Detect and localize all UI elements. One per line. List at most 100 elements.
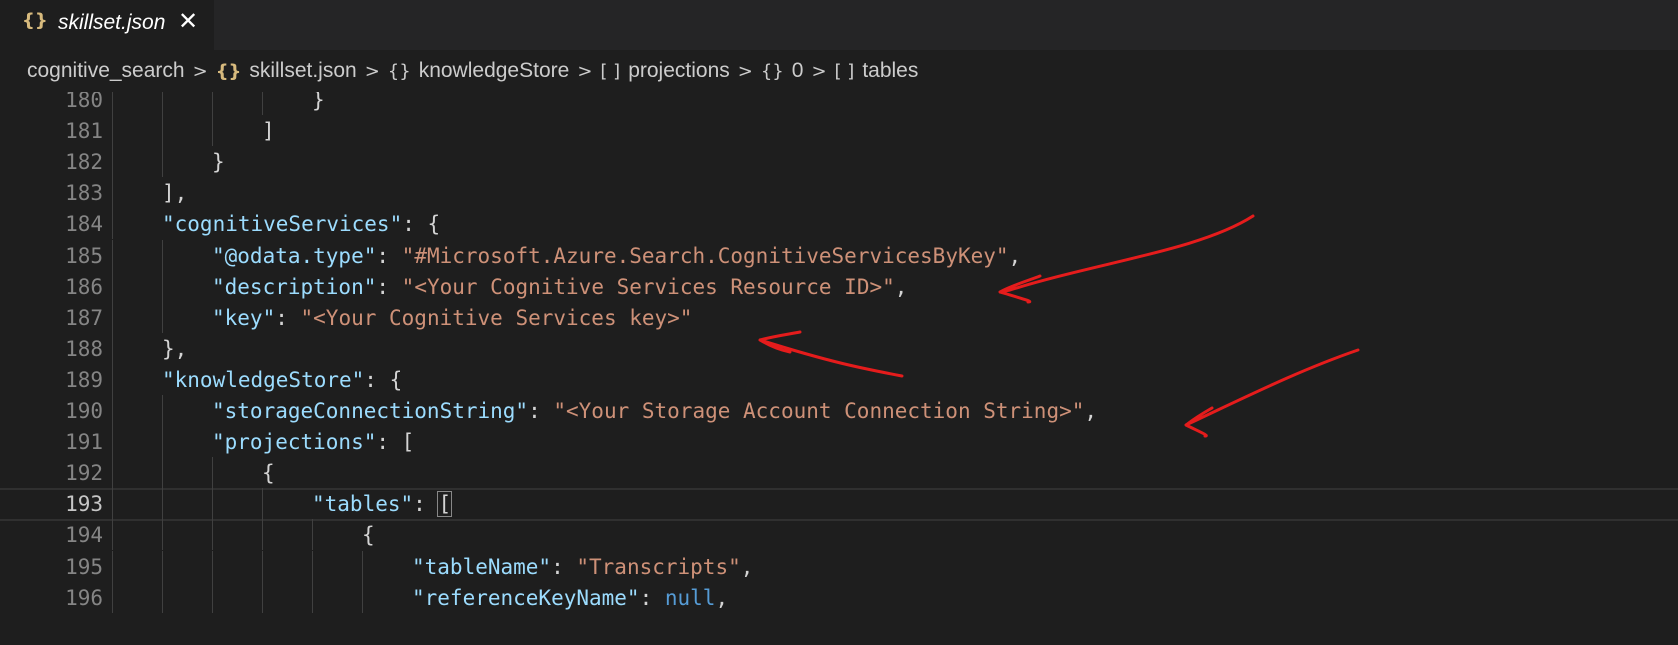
tab-label: skillset.json <box>58 11 166 34</box>
array-icon: [ ] <box>834 60 855 82</box>
indent-guide <box>212 581 213 613</box>
code-line[interactable]: 195 "tableName": "Transcripts", <box>0 551 1678 584</box>
code-line[interactable]: 192 { <box>0 457 1678 490</box>
code-line[interactable]: 182} <box>0 146 1678 179</box>
indent-guide <box>262 92 263 116</box>
indent-guide <box>112 426 113 458</box>
indent-guide <box>212 92 213 116</box>
breadcrumb-separator-icon: > <box>737 60 753 82</box>
line-number: 190 <box>65 399 103 423</box>
code-line[interactable]: 196 "referenceKeyName": null, <box>0 582 1678 615</box>
code-text: ], <box>162 181 188 206</box>
code-line[interactable]: 189 "knowledgeStore": { <box>0 364 1678 397</box>
breadcrumb-item[interactable]: knowledgeStore <box>419 59 570 83</box>
breadcrumb-item[interactable]: projections <box>628 59 730 83</box>
code-line[interactable]: 183], <box>0 177 1678 210</box>
indent-guide <box>262 519 263 551</box>
code-text: "knowledgeStore": { <box>162 367 403 392</box>
code-line[interactable]: 180} <box>0 92 1678 117</box>
code-line[interactable]: 186 "description": "<Your Cognitive Servi… <box>0 271 1678 304</box>
tab-bar: {} skillset.json ✕ <box>0 0 1678 50</box>
indent-guide <box>112 457 113 489</box>
breadcrumb-separator-icon: > <box>364 60 380 82</box>
indent-guide <box>112 395 113 427</box>
line-number: 196 <box>65 585 103 610</box>
object-icon: {} <box>387 60 411 82</box>
object-icon: {} <box>760 60 784 82</box>
indent-guide <box>162 301 163 333</box>
code-line[interactable]: 191 "projections": [ <box>0 426 1678 459</box>
indent-guide <box>112 92 113 116</box>
indent-guide <box>112 488 113 520</box>
array-icon: [ ] <box>600 60 621 82</box>
indent-guide <box>162 146 163 178</box>
code-text: } <box>312 92 325 112</box>
indent-guide <box>162 488 163 520</box>
code-line[interactable]: 181] <box>0 115 1678 148</box>
indent-guide <box>112 115 113 147</box>
line-number: 191 <box>65 430 103 455</box>
line-number: 189 <box>65 367 103 392</box>
indent-guide <box>112 208 113 240</box>
indent-guide <box>112 239 113 271</box>
code-line[interactable]: 187 "key": "<Your Cognitive Services key>… <box>0 302 1678 335</box>
indent-guide <box>312 550 313 582</box>
breadcrumb-item[interactable]: skillset.json <box>249 59 356 83</box>
line-number: 185 <box>65 243 103 268</box>
indent-guide <box>212 457 213 489</box>
line-number: 181 <box>65 119 103 144</box>
code-text: { <box>362 523 375 548</box>
line-number: 194 <box>65 523 103 548</box>
code-line[interactable]: 188}, <box>0 333 1678 366</box>
json-file-icon: {} <box>215 60 242 82</box>
code-text: "tableName": "Transcripts", <box>412 554 754 579</box>
indent-guide <box>112 332 113 364</box>
line-number: 187 <box>65 305 103 330</box>
json-file-icon: {} <box>22 10 48 31</box>
line-number: 182 <box>65 150 103 175</box>
indent-guide <box>112 270 113 302</box>
indent-guide <box>112 363 113 395</box>
code-editor[interactable]: 180} 181] 182} 183], 184 "cognitiveServices":… <box>0 92 1678 645</box>
indent-guide <box>262 488 263 520</box>
indent-guide <box>162 457 163 489</box>
indent-guide <box>212 519 213 551</box>
indent-guide <box>362 550 363 582</box>
tab-skillset-json[interactable]: {} skillset.json ✕ <box>0 0 214 50</box>
line-number: 183 <box>65 181 103 206</box>
code-line[interactable]: 190 "storageConnectionString": "<Your Sto… <box>0 395 1678 428</box>
breadcrumb: cognitive_search > {} skillset.json > {} knowl… <box>0 50 1678 92</box>
indent-guide <box>112 581 113 613</box>
line-number: 184 <box>65 212 103 237</box>
code-text: "@odata.type": "#Microsoft.Azure.Search.… <box>212 243 1022 268</box>
indent-guide <box>262 581 263 613</box>
line-number: 195 <box>65 554 103 579</box>
indent-guide <box>162 581 163 613</box>
breadcrumb-item[interactable]: 0 <box>792 59 804 83</box>
line-number: 192 <box>65 461 103 486</box>
indent-guide <box>212 115 213 147</box>
indent-guide <box>212 550 213 582</box>
indent-guide <box>112 519 113 551</box>
code-text: } <box>212 150 225 175</box>
code-text: "tables": [ <box>312 491 453 518</box>
indent-guide <box>112 146 113 178</box>
indent-guide <box>312 581 313 613</box>
indent-guide <box>162 270 163 302</box>
code-line[interactable]: 194 { <box>0 519 1678 552</box>
code-text: "description": "<Your Cognitive Services… <box>212 274 908 299</box>
breadcrumb-item[interactable]: tables <box>862 59 918 83</box>
indent-guide <box>112 301 113 333</box>
line-number: 186 <box>65 274 103 299</box>
code-line[interactable]: 185 "@odata.type": "#Microsoft.Azure.Sear… <box>0 240 1678 273</box>
code-text: "cognitiveServices": { <box>162 212 441 237</box>
code-text: }, <box>162 336 188 361</box>
line-number: 193 <box>65 492 103 517</box>
breadcrumb-item[interactable]: cognitive_search <box>27 59 185 83</box>
code-line[interactable]: 193 "tables": [ <box>0 488 1678 522</box>
indent-guide <box>162 239 163 271</box>
indent-guide <box>162 519 163 551</box>
indent-guide <box>162 550 163 582</box>
close-icon[interactable]: ✕ <box>178 7 198 35</box>
code-line[interactable]: 184 "cognitiveServices": { <box>0 208 1678 241</box>
